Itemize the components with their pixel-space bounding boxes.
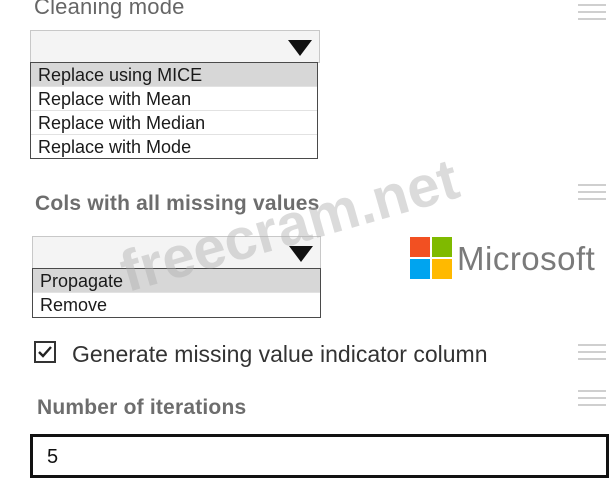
- option-replace-mice[interactable]: Replace using MICE: [31, 63, 317, 87]
- cleaning-mode-select[interactable]: [30, 30, 320, 63]
- missing-indicator-label: Generate missing value indicator column: [72, 341, 488, 367]
- cols-missing-select[interactable]: [32, 236, 321, 269]
- iterations-input[interactable]: 5: [30, 434, 609, 478]
- chevron-down-icon[interactable]: [288, 40, 312, 56]
- cleaning-mode-label: Cleaning mode: [34, 0, 185, 19]
- checkmark-icon: [38, 346, 52, 358]
- option-propagate[interactable]: Propagate: [33, 269, 320, 293]
- cols-missing-options: Propagate Remove: [32, 268, 321, 318]
- drag-handle-icon[interactable]: [578, 390, 606, 406]
- option-replace-mode[interactable]: Replace with Mode: [31, 135, 317, 159]
- drag-handle-icon[interactable]: [578, 4, 606, 20]
- cleaning-mode-options: Replace using MICE Replace with Mean Rep…: [30, 62, 318, 159]
- microsoft-logo-text: Microsoft: [457, 240, 596, 277]
- drag-handle-icon[interactable]: [578, 344, 606, 360]
- option-replace-mean[interactable]: Replace with Mean: [31, 87, 317, 111]
- chevron-down-icon[interactable]: [289, 246, 313, 262]
- cols-missing-label: Cols with all missing values: [35, 192, 320, 215]
- option-remove[interactable]: Remove: [33, 293, 320, 317]
- microsoft-logo-icon: [410, 237, 452, 279]
- option-replace-median[interactable]: Replace with Median: [31, 111, 317, 135]
- drag-handle-icon[interactable]: [578, 184, 606, 200]
- iterations-label: Number of iterations: [37, 396, 247, 419]
- missing-indicator-checkbox[interactable]: [34, 341, 56, 363]
